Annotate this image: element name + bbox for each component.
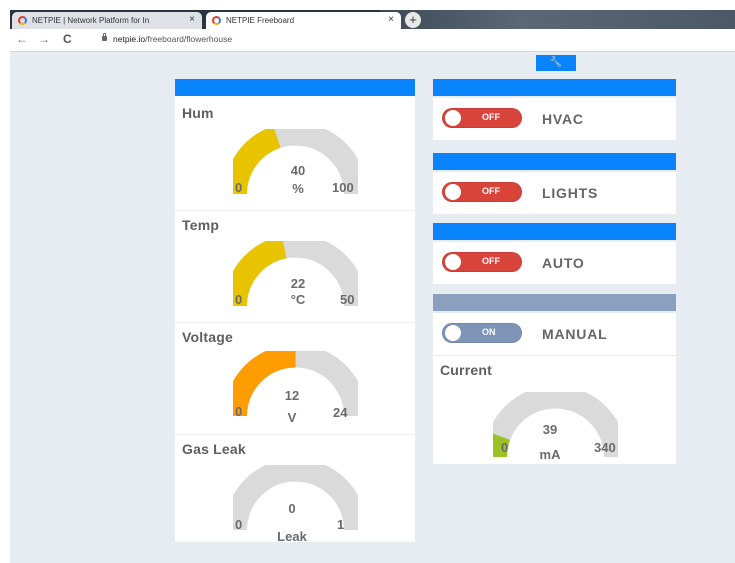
url-field[interactable]: netpie.io/freeboard/flowerhouse xyxy=(113,34,232,44)
reload-icon[interactable]: C xyxy=(63,32,72,46)
gauge-value: 40 xyxy=(290,163,306,178)
manual-switch[interactable]: ON xyxy=(442,323,522,343)
toggle-label: AUTO xyxy=(542,255,585,271)
close-icon[interactable]: × xyxy=(189,14,195,25)
switch-knob xyxy=(445,110,461,126)
gauge-title: Gas Leak xyxy=(182,441,246,457)
gauge-fill xyxy=(233,351,297,416)
gauge-unit: mA xyxy=(539,447,561,462)
close-icon[interactable]: × xyxy=(388,14,394,25)
toggle-row-lights: OFF LIGHTS xyxy=(433,172,676,214)
pane-header xyxy=(433,79,676,96)
gauge-fill xyxy=(233,241,287,306)
gauge-widget-current: Current 39 0 mA 340 xyxy=(433,356,676,464)
gauge-title: Temp xyxy=(182,217,220,233)
browser-tab-freeboard[interactable]: NETPIE Freeboard × xyxy=(206,12,401,29)
toggle-label: LIGHTS xyxy=(542,185,599,201)
lights-pane: OFF LIGHTS xyxy=(433,153,676,214)
lock-icon xyxy=(102,33,107,41)
gauge-max: 100 xyxy=(332,180,354,195)
manual-pane: ON MANUAL Current 39 0 mA 340 xyxy=(433,294,676,464)
gauge-value: 0 xyxy=(288,501,296,516)
pane-header xyxy=(175,79,415,96)
sensor-pane: Hum 40 0 % 100 Temp 22 0 °C 50 Voltage 1… xyxy=(175,79,415,544)
gauge-min: 0 xyxy=(235,404,243,419)
hvac-switch[interactable]: OFF xyxy=(442,108,522,128)
tab-bar: NETPIE | Network Platform for In × NETPI… xyxy=(10,10,735,29)
gauge-value: 39 xyxy=(542,422,558,437)
lights-switch[interactable]: OFF xyxy=(442,182,522,202)
gauge-value: 12 xyxy=(284,388,300,403)
gauge-max: 1 xyxy=(337,517,345,532)
gauge-widget-gas-leak: Gas Leak 0 0 Leak 1 xyxy=(175,435,415,544)
switch-state: OFF xyxy=(482,186,500,196)
forward-arrow-icon[interactable]: → xyxy=(38,32,50,46)
gauge-max: 340 xyxy=(594,440,616,455)
gauge-title: Voltage xyxy=(182,329,233,345)
netpie-logo-icon xyxy=(18,16,27,25)
settings-button[interactable]: 🔧 xyxy=(536,55,576,71)
browser-tab-netpie[interactable]: NETPIE | Network Platform for In × xyxy=(12,12,202,29)
tab-strip-background xyxy=(380,10,735,29)
toggle-row-manual: ON MANUAL xyxy=(433,313,676,355)
pane-header xyxy=(433,223,676,240)
browser-window: NETPIE | Network Platform for In × NETPI… xyxy=(10,10,735,563)
wrench-icon: 🔧 xyxy=(549,57,563,68)
back-arrow-icon[interactable]: ← xyxy=(16,32,28,46)
pane-header xyxy=(433,153,676,170)
switch-knob xyxy=(445,254,461,270)
toggle-row-auto: OFF AUTO xyxy=(433,242,676,284)
hvac-pane: OFF HVAC xyxy=(433,79,676,140)
toggle-label: HVAC xyxy=(542,111,584,127)
switch-state: ON xyxy=(482,327,496,337)
gauge-widget-hum: Hum 40 0 % 100 xyxy=(175,99,415,211)
auto-pane: OFF AUTO xyxy=(433,223,676,284)
toggle-label: MANUAL xyxy=(542,326,608,342)
gauge-max: 50 xyxy=(340,292,355,307)
switch-state: OFF xyxy=(482,112,500,122)
url-domain: netpie.io xyxy=(113,34,146,44)
netpie-logo-icon xyxy=(212,16,221,25)
gauge-title: Hum xyxy=(182,105,214,121)
gauge-title: Current xyxy=(440,362,492,378)
new-tab-button[interactable]: + xyxy=(405,12,421,28)
pane-header xyxy=(433,294,676,311)
gauge-min: 0 xyxy=(235,292,243,307)
gauge-value: 22 xyxy=(290,276,306,291)
gauge-min: 0 xyxy=(235,517,243,532)
gauge-unit: V xyxy=(287,410,297,425)
gauge-unit: % xyxy=(292,181,304,196)
gauge-unit: °C xyxy=(290,292,306,307)
address-bar: ← → C netpie.io/freeboard/flowerhouse xyxy=(10,29,735,52)
gauge-widget-voltage: Voltage 12 0 V 24 xyxy=(175,323,415,435)
auto-switch[interactable]: OFF xyxy=(442,252,522,272)
url-path: /freeboard/flowerhouse xyxy=(145,34,233,44)
gauge-unit: Leak xyxy=(277,529,307,544)
switch-knob xyxy=(445,325,461,341)
gauge-max: 24 xyxy=(333,405,348,420)
gauge-fill xyxy=(493,433,511,457)
gauge-min: 0 xyxy=(501,440,509,455)
tab-title: NETPIE | Network Platform for In xyxy=(32,16,150,25)
gauge-min: 0 xyxy=(235,180,243,195)
toggle-row-hvac: OFF HVAC xyxy=(433,98,676,140)
tab-title: NETPIE Freeboard xyxy=(226,16,295,25)
gauge-widget-temp: Temp 22 0 °C 50 xyxy=(175,211,415,323)
switch-knob xyxy=(445,184,461,200)
switch-state: OFF xyxy=(482,256,500,266)
